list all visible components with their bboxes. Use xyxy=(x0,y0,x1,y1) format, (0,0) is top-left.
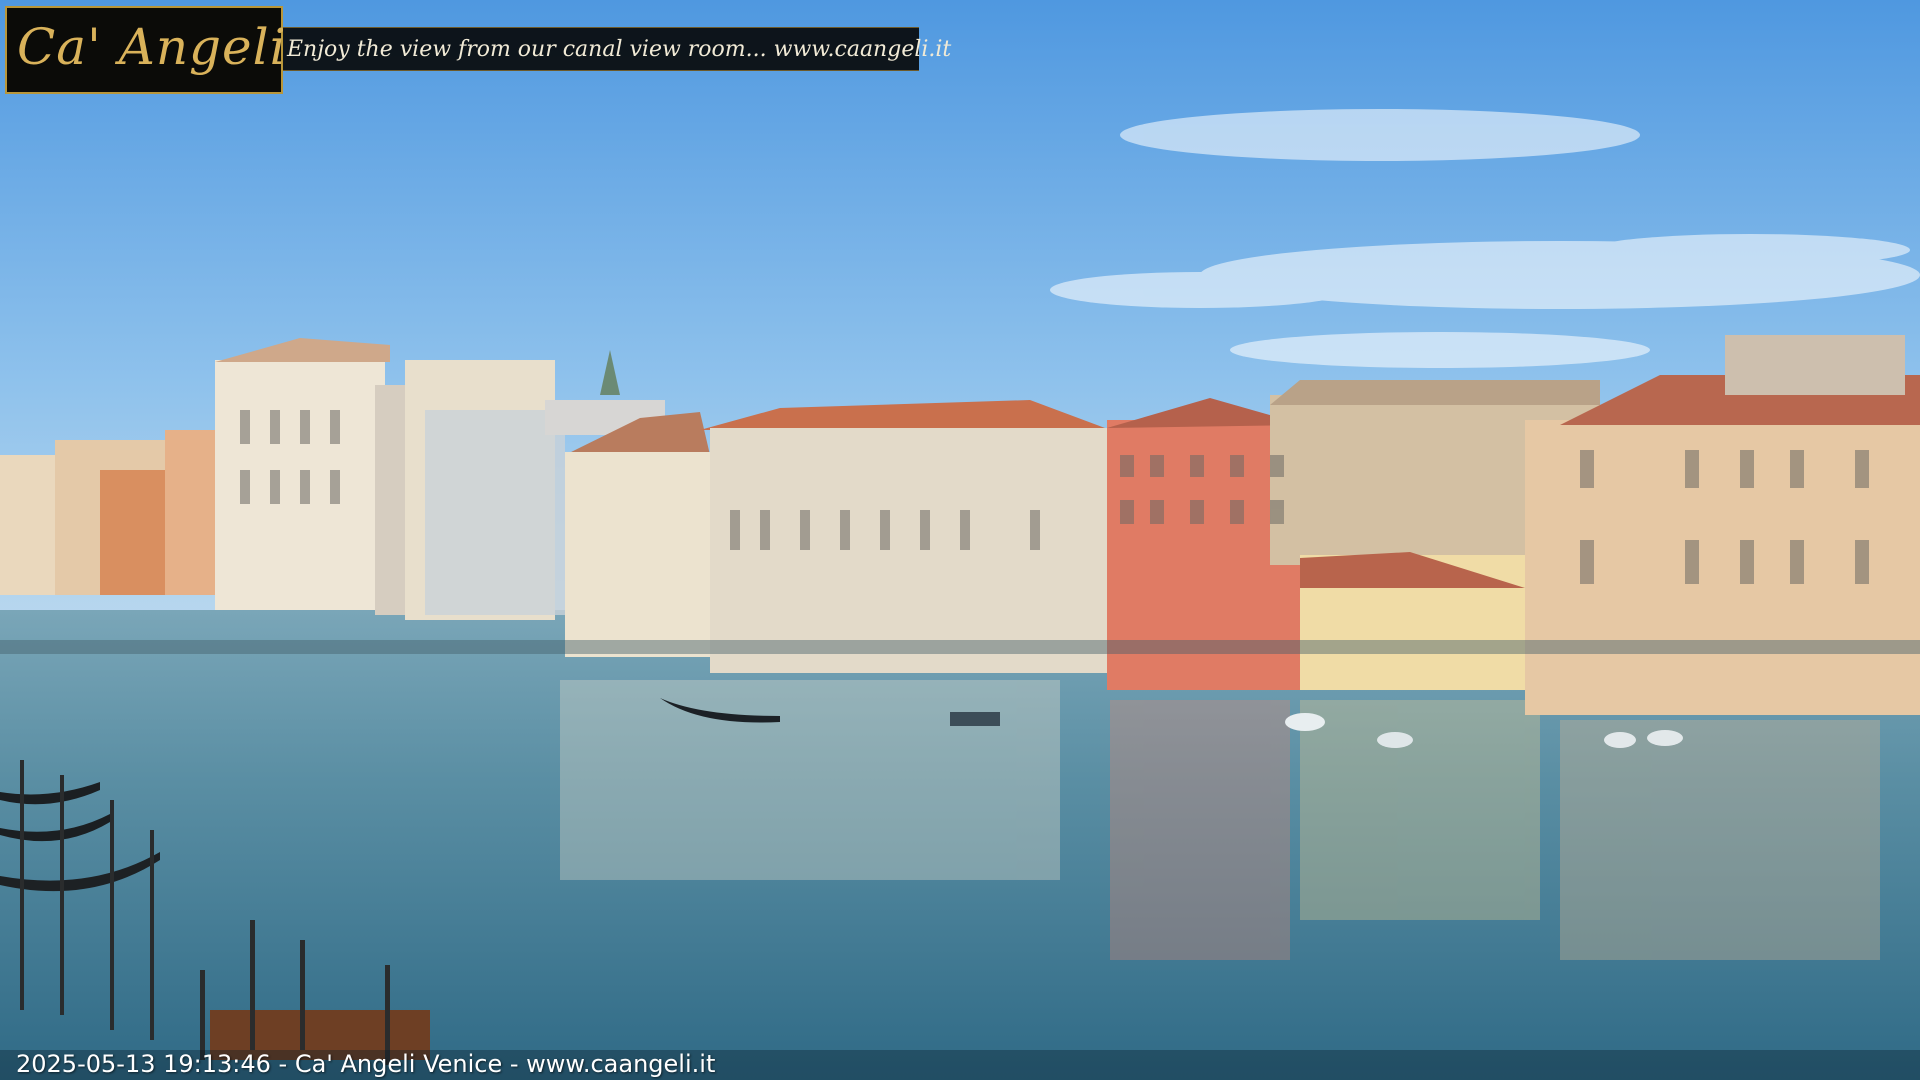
waterline xyxy=(0,640,1920,654)
caangeli-logo: Ca' Angeli xyxy=(5,6,286,94)
timestamp-caption: 2025-05-13 19:13:46 - Ca' Angeli Venice … xyxy=(16,1050,716,1078)
logo-text: Ca' Angeli xyxy=(17,18,287,76)
promo-banner: Enjoy the view from our canal view room.… xyxy=(283,27,951,71)
promo-banner-text: Enjoy the view from our canal view room.… xyxy=(287,37,952,62)
webcam-scene xyxy=(0,0,1920,1080)
